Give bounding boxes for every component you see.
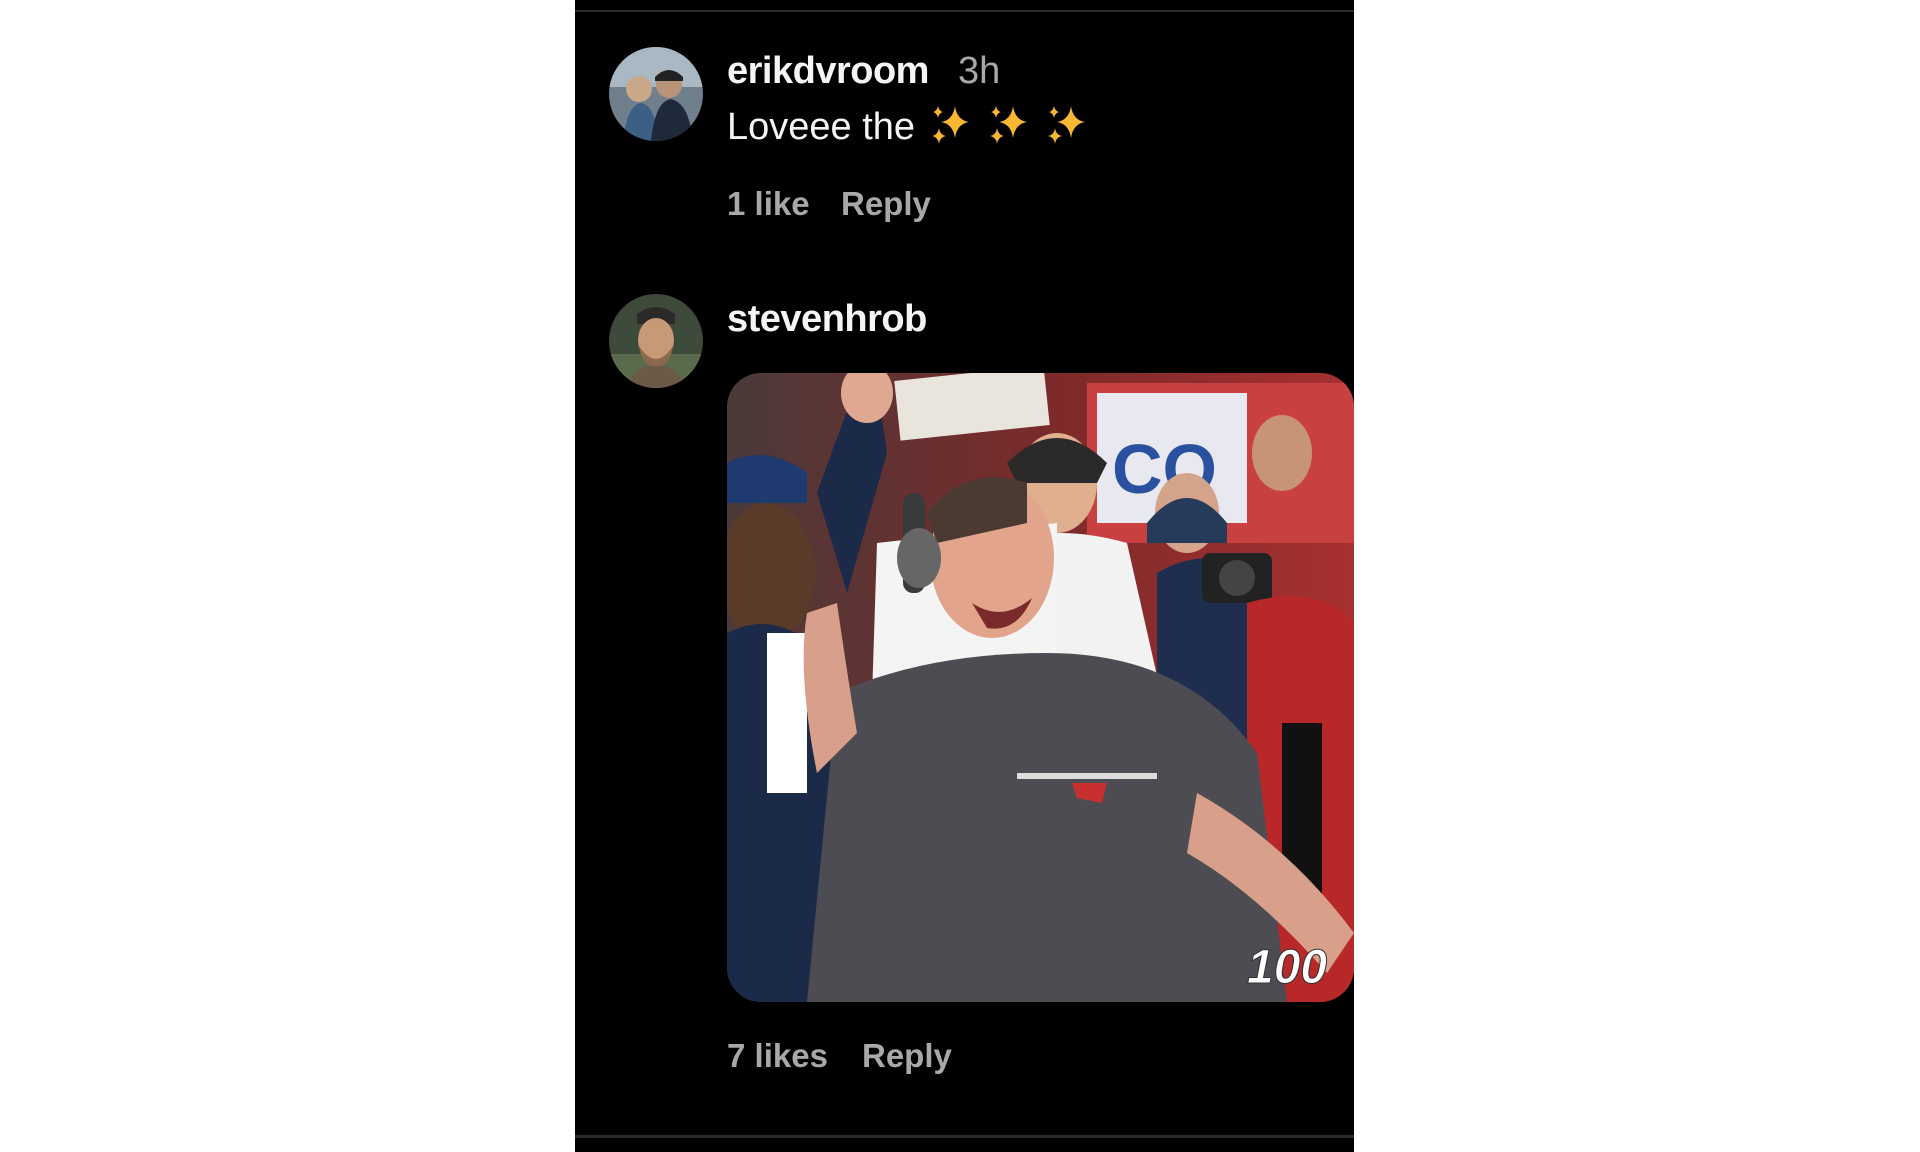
sparkles-icon <box>1045 102 1089 156</box>
bottom-divider <box>575 1135 1354 1138</box>
avatar-image <box>609 47 703 141</box>
comment-timestamp: 3h <box>958 50 1001 92</box>
comments-panel: erikdvroom 3h Loveee the 1 like Reply st… <box>575 0 1354 1152</box>
reply-button[interactable]: Reply <box>841 185 931 223</box>
likes-count-button[interactable]: 1 like <box>727 185 810 223</box>
top-divider <box>575 10 1354 12</box>
avatar[interactable] <box>609 47 703 141</box>
sparkles-icon <box>929 102 973 156</box>
reply-button[interactable]: Reply <box>862 1037 952 1075</box>
gif-watermark: 100 <box>1247 941 1327 994</box>
avatar[interactable] <box>609 294 703 388</box>
gif-attachment[interactable]: CO 100 <box>727 373 1354 1002</box>
likes-count-button[interactable]: 7 likes <box>727 1037 828 1075</box>
gif-image: CO 100 <box>727 373 1354 1002</box>
sparkles-icon <box>987 102 1031 156</box>
comment-username[interactable]: erikdvroom <box>727 50 929 93</box>
comment-body: Loveee the <box>727 106 916 149</box>
avatar-image <box>609 294 703 388</box>
comment-username[interactable]: stevenhrob <box>727 298 927 341</box>
comment-text: Loveee the <box>727 102 1089 156</box>
